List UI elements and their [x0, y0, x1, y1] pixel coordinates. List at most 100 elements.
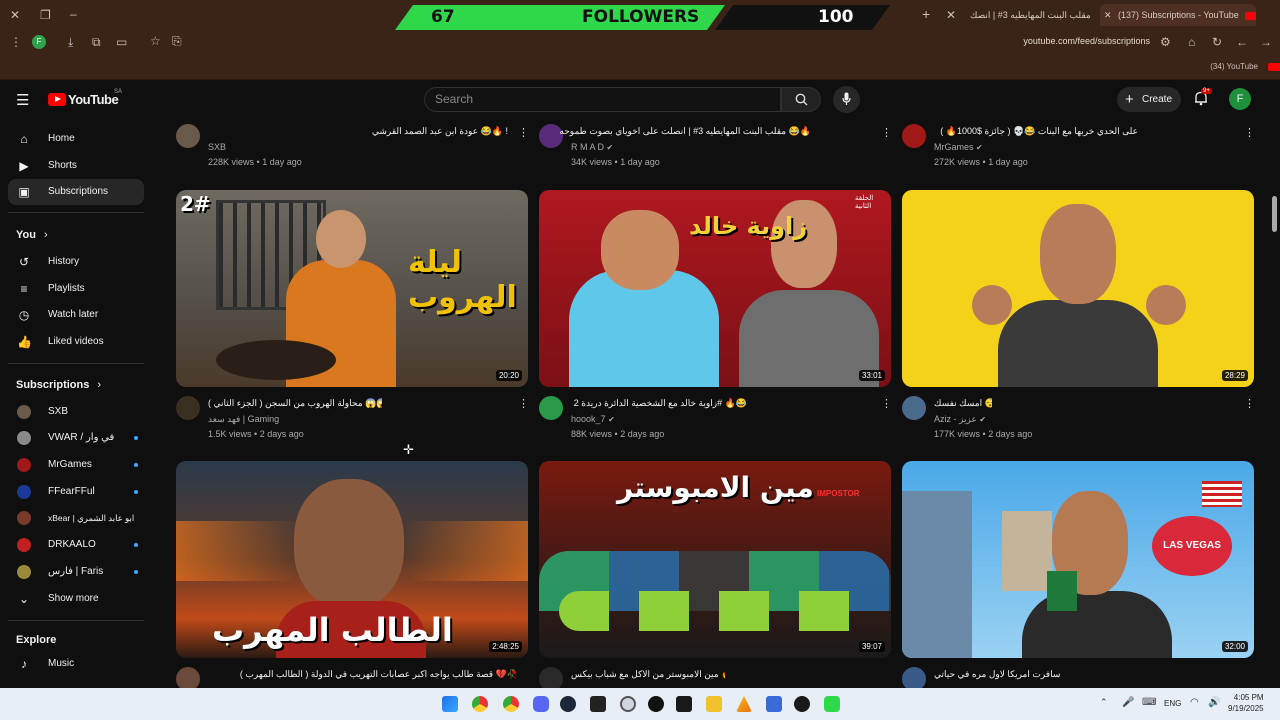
bookmark-youtube[interactable]: (34) YouTube	[1180, 62, 1258, 71]
cast-icon[interactable]: ▭	[116, 35, 127, 49]
forward-icon[interactable]: →	[1260, 35, 1272, 49]
channel-avatar[interactable]	[176, 396, 200, 420]
youtube-logo-icon[interactable]	[48, 93, 66, 106]
obs-icon[interactable]	[794, 696, 810, 712]
tab-subscriptions[interactable]: ✕ (137) Subscriptions - YouTube	[1100, 4, 1256, 26]
channel-name[interactable]: SXB	[208, 142, 226, 152]
video-title[interactable]: امسك نفسك 😴	[934, 398, 992, 409]
screenshot-icon[interactable]: ⎘	[172, 34, 182, 48]
close-window-icon[interactable]: ✕	[10, 8, 20, 22]
channel-name[interactable]: R M A D ✔	[571, 142, 613, 152]
video-thumbnail[interactable]: مين الامبوستر IMPOSTOR 39:07	[539, 461, 891, 658]
microphone-icon[interactable]: 🎤	[1122, 697, 1134, 708]
video-title[interactable]: قصة طالب يواجه اكبر عصابات التهريب في ال…	[208, 669, 518, 680]
steam-icon[interactable]	[560, 696, 576, 712]
more-options-icon[interactable]: ⋮	[518, 397, 529, 410]
sidebar-show-more[interactable]: ⌄ Show more	[8, 586, 144, 612]
view-count: 1.5K views	[208, 429, 252, 439]
system-clock[interactable]: 4:05 PM 9/19/2025	[1228, 692, 1264, 714]
bookmark-star-icon[interactable]: ☆	[150, 34, 161, 48]
menu-dots-icon[interactable]: ⋮	[10, 35, 22, 49]
sidebar-sub-faris[interactable]: فارس | Faris	[8, 559, 144, 585]
restore-window-icon[interactable]: ❐	[40, 8, 51, 22]
volume-icon[interactable]: 🔊	[1208, 697, 1220, 708]
sidebar-item-shorts[interactable]: ▶ Shorts	[8, 153, 144, 179]
youtube-logo-text[interactable]: YouTube	[68, 92, 119, 107]
account-avatar[interactable]: F	[1229, 88, 1251, 110]
sidebar-item-liked-videos[interactable]: 👍 Liked videos	[8, 329, 144, 355]
back-icon[interactable]: ←	[1236, 35, 1248, 49]
sidebar-item-playlists[interactable]: ≡ Playlists	[8, 276, 144, 302]
sidebar-sub-vwar[interactable]: VWAR / في وار	[8, 425, 144, 451]
profile-icon[interactable]: F	[32, 35, 46, 49]
sidebar-item-history[interactable]: ↺ History	[8, 249, 144, 275]
chevron-up-icon[interactable]: ⌃	[1100, 697, 1108, 708]
translate-icon[interactable]: ⧉	[92, 35, 101, 49]
channel-avatar[interactable]	[539, 396, 563, 420]
streaming-app-icon[interactable]	[824, 696, 840, 712]
windows-start-icon[interactable]	[442, 696, 458, 712]
file-explorer-icon[interactable]	[706, 696, 722, 712]
tab-prank-video[interactable]: مقلب البنت المهايطيه 3# | انصك	[960, 4, 1095, 26]
video-thumbnail[interactable]: الطالب المهرب 2:48:25	[176, 461, 528, 658]
sidebar-subscriptions-heading[interactable]: Subscriptions ›	[16, 379, 101, 391]
sidebar-you-heading[interactable]: You ›	[16, 229, 48, 241]
sidebar-sub-ffearfful[interactable]: FFearFFul	[8, 479, 144, 505]
minimize-window-icon[interactable]: –	[70, 7, 77, 21]
video-title[interactable]: مين الامبوستر من الاكل مع شباب بيكس 🔥!!	[571, 669, 725, 680]
chrome-profile-icon[interactable]	[503, 696, 519, 712]
sidebar-item-watch-later[interactable]: ◷ Watch later	[8, 302, 144, 328]
settings-gear-icon[interactable]	[620, 696, 636, 712]
discord-icon[interactable]	[533, 696, 549, 712]
channel-name[interactable]: MrGames ✔	[934, 142, 983, 152]
language-indicator[interactable]: ENG	[1164, 699, 1181, 708]
site-settings-icon[interactable]: ⚙	[1160, 35, 1171, 49]
video-title[interactable]: عودة ابن عبد الصمد القرشي 😂🔥 !	[208, 126, 508, 137]
more-options-icon[interactable]: ⋮	[1244, 397, 1255, 410]
channel-name[interactable]: hoook_7 ✔	[571, 414, 615, 424]
video-title[interactable]: على الحدي خربها مع البنات 😂💀 ( جائزة $10…	[838, 126, 1138, 137]
sidebar-sub-mrgames[interactable]: MrGames	[8, 452, 144, 478]
sidebar-item-music[interactable]: ♪ Music	[8, 651, 144, 677]
sidebar-sub-sxb[interactable]: SXB	[8, 399, 144, 425]
chrome-icon[interactable]	[472, 696, 488, 712]
voice-search-button[interactable]	[833, 86, 860, 113]
video-title[interactable]: زاوية خالد مع الشخصية الدائرة دريدة 2# 🔥…	[571, 398, 747, 409]
video-thumbnail[interactable]: 28:29	[902, 190, 1254, 387]
sidebar-sub-drkaalo[interactable]: DRKAALO	[8, 532, 144, 558]
video-thumbnail[interactable]: زاوية خالد الحلقة الثانية 33:01	[539, 190, 891, 387]
more-options-icon[interactable]: ⋮	[881, 397, 892, 410]
video-thumbnail[interactable]: ليلة الهروب 2# 20:20	[176, 190, 528, 387]
more-options-icon[interactable]: ⋮	[1244, 126, 1255, 139]
channel-avatar[interactable]	[902, 396, 926, 420]
tab-close-icon[interactable]: ✕	[946, 8, 956, 22]
url-field[interactable]: youtube.com/feed/subscriptions	[1000, 36, 1150, 46]
game-app-icon[interactable]	[648, 696, 664, 712]
xbox-icon[interactable]	[676, 696, 692, 712]
epic-games-icon[interactable]	[590, 696, 606, 712]
sidebar-item-subscriptions[interactable]: ▣ Subscriptions	[8, 179, 144, 205]
sidebar-sub-xbear[interactable]: xBear | ابو عابد الشمري	[8, 505, 144, 531]
app-icon[interactable]	[766, 696, 782, 712]
channel-name[interactable]: فهد سعد | Gaming	[208, 414, 279, 425]
video-title[interactable]: سافرت امريكا لاول مره في حياتي US	[934, 669, 1062, 680]
notifications-button[interactable]: 9+	[1193, 88, 1212, 108]
video-title[interactable]: محاولة الهروب من السجن ( الجزء الثاني ) …	[208, 398, 382, 409]
tab-close-icon[interactable]: ✕	[1104, 4, 1112, 26]
create-button[interactable]: + Create	[1117, 87, 1181, 112]
wifi-icon[interactable]: ◠	[1190, 697, 1199, 708]
home-icon[interactable]: ⌂	[1188, 35, 1195, 49]
hamburger-menu-icon[interactable]: ☰	[16, 91, 29, 109]
new-tab-icon[interactable]: +	[922, 7, 930, 21]
page-scrollbar[interactable]	[1272, 196, 1277, 232]
keyboard-icon[interactable]: ⌨	[1142, 697, 1156, 708]
channel-avatar[interactable]	[176, 124, 200, 148]
reload-icon[interactable]: ↻	[1212, 35, 1222, 49]
sidebar-item-home[interactable]: ⌂ Home	[8, 126, 144, 152]
search-button[interactable]	[781, 87, 821, 112]
video-title[interactable]: مقلب البنت المهايطيه 3# | انصلت على اخوي…	[511, 126, 811, 137]
search-input[interactable]: Search	[424, 87, 781, 112]
channel-name[interactable]: Aziz - عزيز ✔	[934, 414, 986, 425]
video-thumbnail[interactable]: LAS VEGAS 32:00	[902, 461, 1254, 658]
download-icon[interactable]: ⤓	[68, 35, 73, 49]
